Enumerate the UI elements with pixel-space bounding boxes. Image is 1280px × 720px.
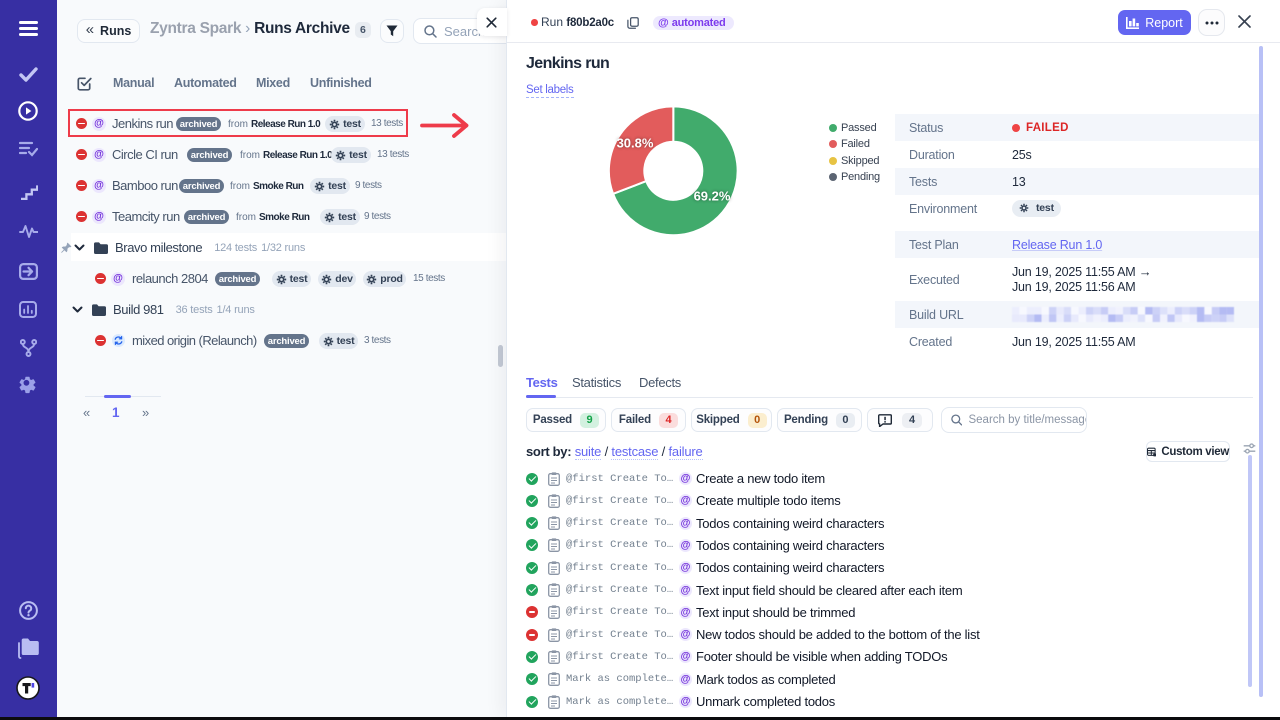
- svg-text:69.2%: 69.2%: [694, 189, 731, 204]
- svg-text:30.8%: 30.8%: [617, 136, 654, 151]
